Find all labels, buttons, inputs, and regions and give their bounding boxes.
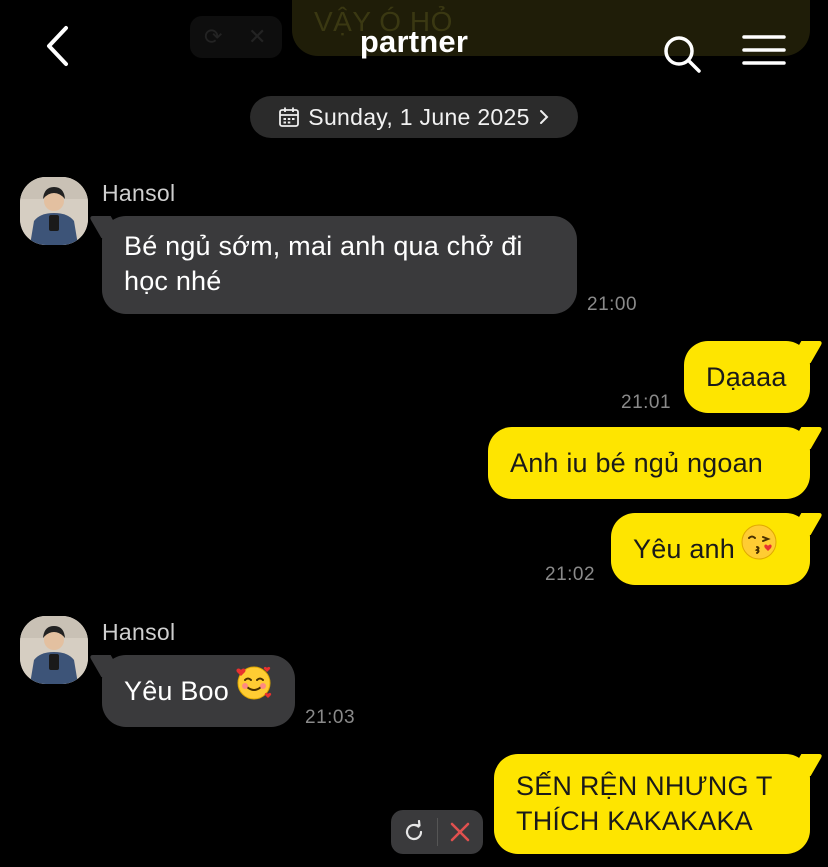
message-bubble[interactable]: Yêu Boo	[102, 655, 295, 727]
message-text: Dạaaa	[706, 362, 787, 392]
search-button[interactable]	[660, 32, 704, 76]
retry-button[interactable]	[391, 810, 437, 854]
message-bubble[interactable]: Anh iu bé ngủ ngoan	[488, 427, 810, 499]
message-bubble[interactable]: Yêu anh	[611, 513, 810, 585]
message-time: 21:02	[545, 564, 596, 585]
chevron-right-icon	[539, 110, 549, 124]
calendar-icon	[279, 107, 300, 127]
search-icon	[664, 36, 701, 73]
date-divider[interactable]: Sunday, 1 June 2025	[250, 96, 578, 138]
sender-name: Hansol	[102, 180, 176, 206]
message-time: 21:00	[587, 294, 638, 315]
hamburger-menu-icon	[742, 35, 786, 65]
message-time: 21:01	[621, 392, 672, 413]
message-text: SẾN RỆN NHƯNG T THÍCH KAKAKAKA	[516, 771, 773, 836]
failed-message-actions	[391, 810, 483, 854]
sender-name: Hansol	[102, 619, 176, 645]
avatar[interactable]	[20, 616, 88, 684]
delete-button[interactable]	[437, 810, 483, 854]
kissing-face-emoji	[741, 515, 777, 587]
message-time: 21:03	[305, 707, 356, 728]
delete-x-icon	[450, 822, 470, 842]
message-text: Anh iu bé ngủ ngoan	[510, 448, 764, 478]
avatar[interactable]	[20, 177, 88, 245]
message-text: Yêu anh	[633, 534, 735, 564]
message-bubble[interactable]: SẾN RỆN NHƯNG T THÍCH KAKAKAKA	[494, 754, 810, 854]
profile-photo	[20, 616, 88, 684]
menu-button[interactable]	[742, 33, 786, 69]
smiling-face-with-hearts-emoji	[235, 657, 273, 729]
profile-photo	[20, 177, 88, 245]
message-bubble[interactable]: Dạaaa	[684, 341, 810, 413]
message-text: Yêu Boo	[124, 676, 229, 706]
message-text: Bé ngủ sớm, mai anh qua chở đi học nhé	[124, 231, 523, 296]
message-bubble[interactable]: Bé ngủ sớm, mai anh qua chở đi học nhé	[102, 216, 577, 314]
date-label: Sunday, 1 June 2025	[308, 103, 530, 130]
retry-icon	[405, 820, 422, 841]
